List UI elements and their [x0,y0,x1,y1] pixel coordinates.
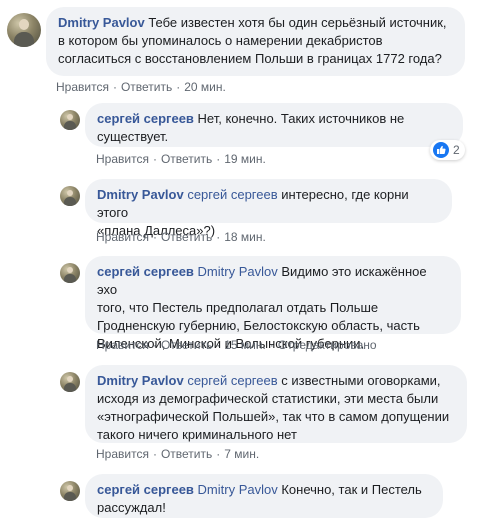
comment-actions: Нравится · Ответить · 15 мин. · Отредактирован… [96,338,377,352]
comment-bubble: Dmitry Pavlov сергей сергеев интересно, … [85,179,452,238]
avatar[interactable] [7,13,41,47]
timestamp[interactable]: 20 мин. [184,80,226,94]
timestamp[interactable]: 7 мин. [224,447,259,461]
comment-bubble: сергей сергеев Dmitry Pavlov Конечно, та… [85,474,443,518]
reply-link[interactable]: Ответить [121,80,172,94]
comment-bubble: Dmitry Pavlov сергей сергеев с известным… [85,365,467,443]
like-link[interactable]: Нравится [56,80,109,94]
reply-link[interactable]: Ответить [161,338,212,352]
comment-actions: Нравится · Ответить · 20 мин. [56,80,226,94]
comment-actions: Нравится · Ответить · 18 мин. [96,230,266,244]
reply-link[interactable]: Ответить [161,152,212,166]
comment-thread: Dmitry Pavlov Тебе известен хотя бы один… [0,0,494,521]
comment-author[interactable]: сергей сергеев [97,482,194,497]
comment-author[interactable]: Dmitry Pavlov [97,187,184,202]
comment-mention[interactable]: Dmitry Pavlov [198,264,278,279]
comment-actions: Нравится · Ответить · 19 мин. [96,152,266,166]
comment-item: сергей сергеев Нет, конечно. Таких источ… [0,100,494,180]
avatar[interactable] [60,186,80,206]
comment-item: сергей сергеев Dmitry Pavlov Конечно, та… [0,470,494,521]
timestamp[interactable]: 19 мин. [224,152,266,166]
reaction-count-badge[interactable]: 2 [430,140,465,160]
like-link[interactable]: Нравится [96,230,149,244]
timestamp[interactable]: 18 мин. [224,230,266,244]
like-link[interactable]: Нравится [96,338,149,352]
comment-item: сергей сергеев Dmitry Pavlov Видимо это … [0,253,494,363]
comment-item: Dmitry Pavlov сергей сергеев с известным… [0,362,494,472]
edited-label[interactable]: Отредактировано [278,338,377,352]
comment-author[interactable]: сергей сергеев [97,111,194,126]
comment-bubble: Dmitry Pavlov Тебе известен хотя бы один… [46,7,465,76]
reaction-count: 2 [453,143,460,157]
thumbs-up-icon [433,142,449,158]
comment-item: Dmitry Pavlov Тебе известен хотя бы один… [0,0,494,110]
comment-mention[interactable]: сергей сергеев [187,373,277,388]
comment-mention[interactable]: Dmitry Pavlov [198,482,278,497]
reply-link[interactable]: Ответить [161,447,212,461]
avatar[interactable] [60,110,80,130]
like-link[interactable]: Нравится [96,152,149,166]
comment-bubble: сергей сергеев Нет, конечно. Таких источ… [85,103,463,147]
avatar[interactable] [60,372,80,392]
comment-actions: Нравится · Ответить · 7 мин. [96,447,260,461]
comment-mention[interactable]: сергей сергеев [187,187,277,202]
like-link[interactable]: Нравится [96,447,149,461]
comment-author[interactable]: Dmitry Pavlov [97,373,184,388]
comment-item: Dmitry Pavlov сергей сергеев интересно, … [0,175,494,255]
comment-bubble: сергей сергеев Dmitry Pavlov Видимо это … [85,256,461,351]
timestamp[interactable]: 15 мин. [224,338,266,352]
avatar[interactable] [60,263,80,283]
avatar[interactable] [60,481,80,501]
comment-author[interactable]: сергей сергеев [97,264,194,279]
comment-author[interactable]: Dmitry Pavlov [58,15,145,30]
reply-link[interactable]: Ответить [161,230,212,244]
